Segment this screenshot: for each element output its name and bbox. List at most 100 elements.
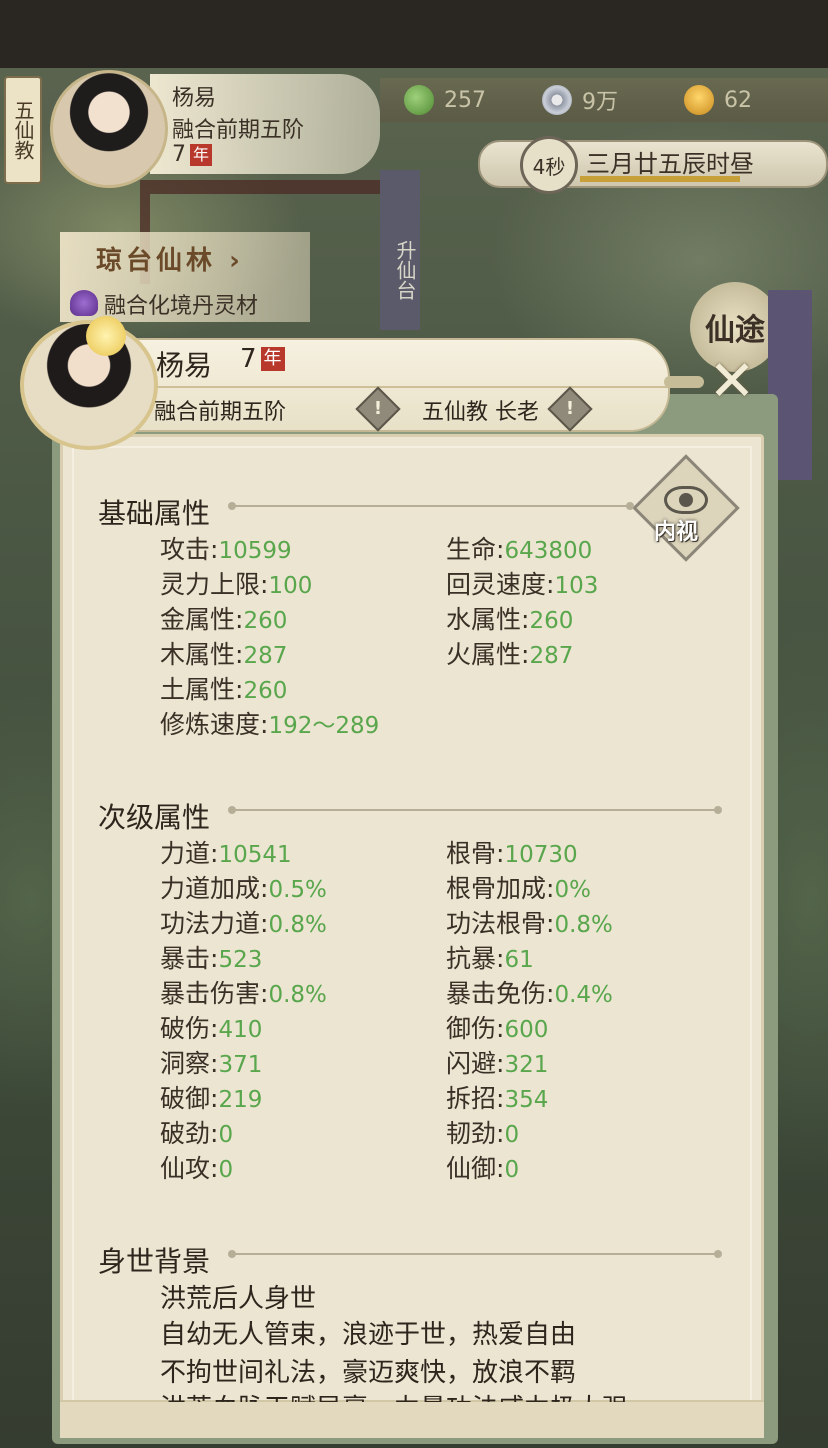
age-badge: 年 <box>260 347 285 371</box>
character-sect-role: 五仙教 长老 <box>422 400 539 425</box>
resource-gold[interactable]: 62 <box>684 84 752 116</box>
stat-value: 287 <box>243 643 288 669</box>
stat-value: 219 <box>218 1087 263 1113</box>
stat-row: 仙御:0 <box>446 1149 519 1185</box>
stat-value: 260 <box>243 608 288 634</box>
jade-icon <box>404 85 434 115</box>
stat-value: 10730 <box>504 842 578 868</box>
stat-row: 土属性:260 <box>160 670 287 706</box>
stat-label: 修炼速度: <box>160 710 269 739</box>
stat-row: 力道:10541 <box>160 834 292 870</box>
resource-jade[interactable]: 257 <box>404 84 486 116</box>
stat-value: 287 <box>529 643 574 669</box>
herb-icon <box>70 290 98 316</box>
stat-row: 生命:643800 <box>446 530 592 566</box>
stat-label: 土属性: <box>160 675 244 704</box>
section-title-secondary: 次级属性 <box>98 801 211 834</box>
character-name: 杨易 <box>156 349 213 382</box>
stat-label: 破伤: <box>160 1014 219 1043</box>
stat-row: 破御:219 <box>160 1079 262 1115</box>
stat-label: 水属性: <box>446 605 530 634</box>
stat-row: 暴击伤害:0.8% <box>160 974 327 1010</box>
stat-label: 暴击免伤: <box>446 979 555 1008</box>
stat-label: 力道加成: <box>160 874 269 903</box>
section-title-background: 身世背景 <box>98 1245 211 1278</box>
section-divider <box>228 502 634 510</box>
header-divider <box>150 386 670 388</box>
stat-row: 回灵速度:103 <box>446 565 598 601</box>
stat-value: 354 <box>504 1087 549 1113</box>
section-divider <box>228 1250 722 1258</box>
status-bar <box>0 0 828 68</box>
sect-tab[interactable]: 五仙教 <box>4 76 42 184</box>
close-tab-ornament <box>664 376 704 388</box>
stat-value: 0.4% <box>554 982 613 1008</box>
stat-value: 10599 <box>218 538 292 564</box>
close-button[interactable]: ✕ <box>700 352 764 416</box>
stat-label: 洞察: <box>160 1049 219 1078</box>
inner-view-label: 内视 <box>654 520 699 545</box>
game-time-text: 三月廿五辰时昼 <box>586 150 754 178</box>
stat-value: 260 <box>529 608 574 634</box>
stat-label: 闪避: <box>446 1049 505 1078</box>
stat-row: 洞察:371 <box>160 1044 262 1080</box>
stat-label: 灵力上限: <box>160 570 269 599</box>
stat-label: 仙御: <box>446 1154 505 1183</box>
location-subtitle: 融合化境丹灵材 <box>104 294 259 319</box>
stat-row: 火属性:287 <box>446 635 573 671</box>
stat-value: 321 <box>504 1052 549 1078</box>
player-avatar[interactable] <box>50 70 168 188</box>
stat-label: 仙攻: <box>160 1154 219 1183</box>
background-line: 洪荒血脉天赋异禀，力量功法威力极大强 <box>160 1388 628 1402</box>
background-line: 不拘世间礼法，豪迈爽快，放浪不羁 <box>160 1358 577 1388</box>
stat-row: 水属性:260 <box>446 600 573 636</box>
location-title-text: 琼台仙林 <box>96 246 217 276</box>
stat-label: 根骨: <box>446 839 505 868</box>
stat-row: 御伤:600 <box>446 1009 548 1045</box>
sect-tab-label: 五仙教 <box>11 100 35 160</box>
stat-label: 木属性: <box>160 640 244 669</box>
stat-value: 523 <box>218 947 263 973</box>
stat-value: 0.5% <box>268 877 327 903</box>
eye-pupil <box>679 493 693 507</box>
timer-countdown[interactable]: 4秒 <box>520 136 578 194</box>
spirit-coin-icon <box>542 85 572 115</box>
stat-row: 仙攻:0 <box>160 1149 233 1185</box>
stat-value: 260 <box>243 678 288 704</box>
age-badge: 年 <box>190 143 213 166</box>
stat-value: 643800 <box>504 538 593 564</box>
player-realm: 融合前期五阶 <box>172 118 305 143</box>
stat-value: 103 <box>554 573 599 599</box>
character-age: 7 年 <box>240 344 285 374</box>
stat-label: 拆招: <box>446 1084 505 1113</box>
warning-icon: ! <box>565 398 575 419</box>
location-title[interactable]: 琼台仙林 › <box>96 240 244 277</box>
stat-row: 修炼速度:192～289 <box>160 705 379 741</box>
resource-gold-value: 62 <box>724 87 752 113</box>
stat-row: 木属性:287 <box>160 635 287 671</box>
stat-label: 暴击伤害: <box>160 979 269 1008</box>
stat-row: 韧劲:0 <box>446 1114 519 1150</box>
stat-label: 攻击: <box>160 535 219 564</box>
stat-row: 暴击免伤:0.4% <box>446 974 613 1010</box>
ascend-platform-sign[interactable]: 升仙台 <box>380 170 420 330</box>
stat-label: 火属性: <box>446 640 530 669</box>
stat-value: 0 <box>218 1122 234 1148</box>
resource-coin[interactable]: 9万 <box>542 84 618 116</box>
player-name: 杨易 <box>172 86 217 111</box>
stat-row: 破伤:410 <box>160 1009 262 1045</box>
stat-value: 600 <box>504 1017 549 1043</box>
stat-label: 功法力道: <box>160 909 269 938</box>
stat-value: 0% <box>554 877 591 903</box>
stat-value: 371 <box>218 1052 263 1078</box>
gold-ingot-icon <box>684 85 714 115</box>
stat-value: 10541 <box>218 842 292 868</box>
stat-label: 破御: <box>160 1084 219 1113</box>
crown-ornament-icon <box>86 316 126 356</box>
stat-value: 410 <box>218 1017 263 1043</box>
stat-label: 御伤: <box>446 1014 505 1043</box>
character-age-value: 7 <box>240 344 257 374</box>
stat-row: 金属性:260 <box>160 600 287 636</box>
stat-row: 攻击:10599 <box>160 530 292 566</box>
stat-row: 闪避:321 <box>446 1044 548 1080</box>
